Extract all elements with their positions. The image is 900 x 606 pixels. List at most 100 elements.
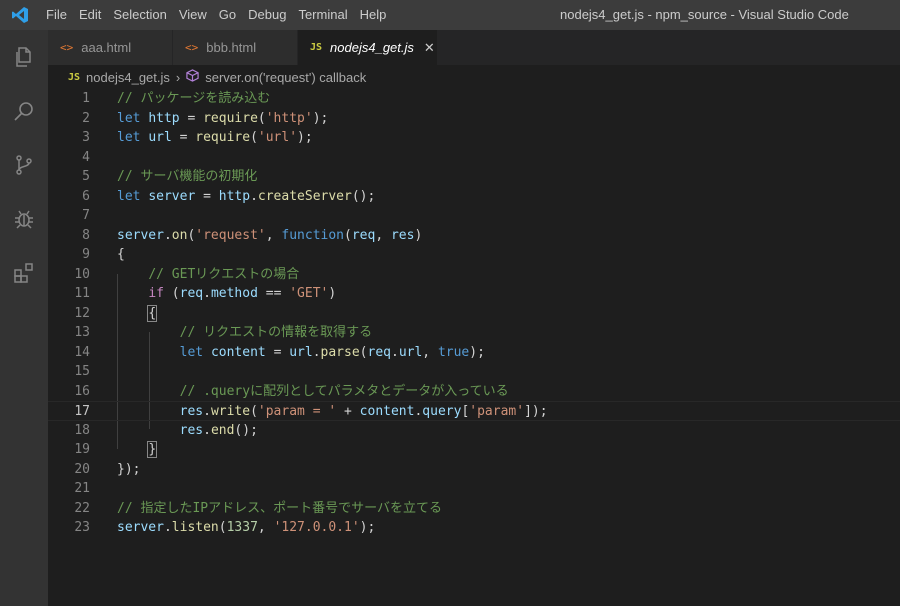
line-number: 2 bbox=[82, 110, 90, 126]
tab-aaa-html[interactable]: <> aaa.html bbox=[48, 30, 173, 65]
tab-nodejs4-get-js[interactable]: JS nodejs4_get.js ✕ bbox=[298, 30, 438, 65]
chevron-right-icon: › bbox=[175, 69, 181, 85]
method-cube-icon bbox=[186, 69, 199, 85]
line-number: 21 bbox=[74, 481, 90, 496]
code-line[interactable]: 9{ bbox=[48, 245, 900, 265]
menu-edit[interactable]: Edit bbox=[73, 0, 107, 30]
code-line[interactable]: 16 // .queryに配列としてパラメタとデータが入っている bbox=[48, 382, 900, 402]
code-line[interactable]: 1 // パッケージを読み込む bbox=[48, 89, 900, 109]
tab-label: nodejs4_get.js bbox=[330, 40, 414, 55]
code-text[interactable]: }); bbox=[117, 460, 140, 480]
vscode-logo-icon bbox=[0, 0, 40, 30]
source-control-icon[interactable] bbox=[0, 138, 48, 192]
html-file-icon: <> bbox=[185, 41, 199, 54]
menu-terminal[interactable]: Terminal bbox=[292, 0, 353, 30]
menu-file[interactable]: File bbox=[40, 0, 73, 30]
breadcrumb: JS nodejs4_get.js › server.on('request')… bbox=[48, 65, 900, 89]
code-line[interactable]: 10 // GETリクエストの場合 bbox=[48, 265, 900, 285]
code-line[interactable]: 15 bbox=[48, 362, 900, 382]
line-number: 1 bbox=[82, 91, 90, 106]
line-number: 9 bbox=[82, 247, 90, 262]
code-text[interactable]: server.on('request', function(req, res) bbox=[117, 226, 422, 246]
tab-label: bbb.html bbox=[206, 40, 257, 55]
code-line[interactable]: 14 let content = url.parse(req.url, true… bbox=[48, 343, 900, 363]
line-number: 18 bbox=[74, 422, 90, 438]
code-line[interactable]: 8 server.on('request', function(req, res) bbox=[48, 226, 900, 246]
menu-go[interactable]: Go bbox=[213, 0, 242, 30]
menu-bar: File Edit Selection View Go Debug Termin… bbox=[40, 0, 392, 30]
extensions-icon[interactable] bbox=[0, 246, 48, 300]
code-line[interactable]: 23 server.listen(1337, '127.0.0.1'); bbox=[48, 518, 900, 538]
editor-tab-bar: <> aaa.html <> bbb.html JS nodejs4_get.j… bbox=[48, 30, 900, 65]
tab-label: aaa.html bbox=[81, 40, 132, 55]
code-text[interactable]: // リクエストの情報を取得する bbox=[117, 323, 372, 343]
code-text[interactable]: { bbox=[117, 245, 125, 265]
line-number: 13 bbox=[74, 325, 90, 340]
code-line[interactable]: 3 let url = require('url'); bbox=[48, 128, 900, 148]
code-text[interactable]: let content = url.parse(req.url, true); bbox=[117, 343, 485, 363]
line-number: 4 bbox=[82, 149, 90, 165]
line-number: 6 bbox=[82, 188, 90, 204]
code-text[interactable]: res.write('param = ' + content.query['pa… bbox=[117, 402, 548, 422]
code-text[interactable]: if (req.method == 'GET') bbox=[117, 284, 336, 304]
line-number: 15 bbox=[74, 364, 90, 379]
line-number: 3 bbox=[82, 130, 90, 145]
line-number: 19 bbox=[74, 442, 90, 457]
code-editor[interactable]: 1 // パッケージを読み込む 2 let http = require('http'… bbox=[48, 89, 900, 606]
activity-bar bbox=[0, 30, 48, 606]
code-text[interactable]: } bbox=[117, 440, 158, 460]
line-number: 11 bbox=[74, 286, 90, 301]
code-line[interactable]: 19 } bbox=[48, 440, 900, 460]
line-number: 12 bbox=[74, 305, 90, 321]
menu-view[interactable]: View bbox=[173, 0, 213, 30]
code-line[interactable]: 21 bbox=[48, 479, 900, 499]
code-text[interactable]: // .queryに配列としてパラメタとデータが入っている bbox=[117, 382, 509, 402]
line-number: 5 bbox=[82, 169, 90, 184]
line-number: 16 bbox=[74, 383, 90, 399]
title-bar: File Edit Selection View Go Debug Termin… bbox=[0, 0, 900, 30]
menu-selection[interactable]: Selection bbox=[107, 0, 172, 30]
debug-icon[interactable] bbox=[0, 192, 48, 246]
code-line[interactable]: 6 let server = http.createServer(); bbox=[48, 187, 900, 207]
html-file-icon: <> bbox=[60, 41, 74, 54]
code-line[interactable]: 12 { bbox=[48, 304, 900, 324]
code-text[interactable]: // サーバ機能の初期化 bbox=[117, 167, 257, 187]
code-line[interactable]: 11 if (req.method == 'GET') bbox=[48, 284, 900, 304]
code-line[interactable]: 18 res.end(); bbox=[48, 421, 900, 441]
code-text[interactable]: // 指定したIPアドレス、ポート番号でサーバを立てる bbox=[117, 499, 442, 519]
code-line[interactable]: 22 // 指定したIPアドレス、ポート番号でサーバを立てる bbox=[48, 499, 900, 519]
breadcrumb-symbol[interactable]: server.on('request') callback bbox=[205, 70, 366, 85]
code-text[interactable]: // パッケージを読み込む bbox=[117, 89, 270, 109]
line-number: 7 bbox=[82, 208, 90, 223]
tab-bbb-html[interactable]: <> bbb.html bbox=[173, 30, 298, 65]
code-line[interactable]: 20}); bbox=[48, 460, 900, 480]
code-line[interactable]: 13 // リクエストの情報を取得する bbox=[48, 323, 900, 343]
code-line[interactable]: 5 // サーバ機能の初期化 bbox=[48, 167, 900, 187]
line-number: 10 bbox=[74, 266, 90, 282]
search-icon[interactable] bbox=[0, 84, 48, 138]
code-text[interactable]: let server = http.createServer(); bbox=[117, 187, 375, 207]
line-number: 8 bbox=[82, 227, 90, 243]
code-line[interactable]: 4 bbox=[48, 148, 900, 168]
menu-debug[interactable]: Debug bbox=[242, 0, 292, 30]
line-number: 20 bbox=[74, 461, 90, 477]
js-file-icon: JS bbox=[310, 42, 323, 53]
line-number: 22 bbox=[74, 500, 90, 516]
explorer-icon[interactable] bbox=[0, 30, 48, 84]
code-line[interactable]: 7 bbox=[48, 206, 900, 226]
code-line[interactable]: 17 res.write('param = ' + content.query[… bbox=[48, 401, 900, 421]
line-number: 17 bbox=[74, 404, 90, 419]
code-text[interactable]: { bbox=[117, 304, 158, 324]
breadcrumb-file[interactable]: nodejs4_get.js bbox=[86, 70, 170, 85]
code-text[interactable]: // GETリクエストの場合 bbox=[117, 265, 299, 285]
code-text[interactable]: let url = require('url'); bbox=[117, 128, 313, 148]
line-number: 14 bbox=[74, 344, 90, 360]
line-number: 23 bbox=[74, 520, 90, 535]
code-line[interactable]: 2 let http = require('http'); bbox=[48, 109, 900, 129]
close-icon[interactable]: ✕ bbox=[424, 40, 435, 56]
code-text[interactable]: server.listen(1337, '127.0.0.1'); bbox=[117, 518, 375, 538]
menu-help[interactable]: Help bbox=[354, 0, 393, 30]
code-text[interactable]: res.end(); bbox=[117, 421, 258, 441]
code-text[interactable]: let http = require('http'); bbox=[117, 109, 328, 129]
js-file-icon: JS bbox=[68, 71, 81, 83]
